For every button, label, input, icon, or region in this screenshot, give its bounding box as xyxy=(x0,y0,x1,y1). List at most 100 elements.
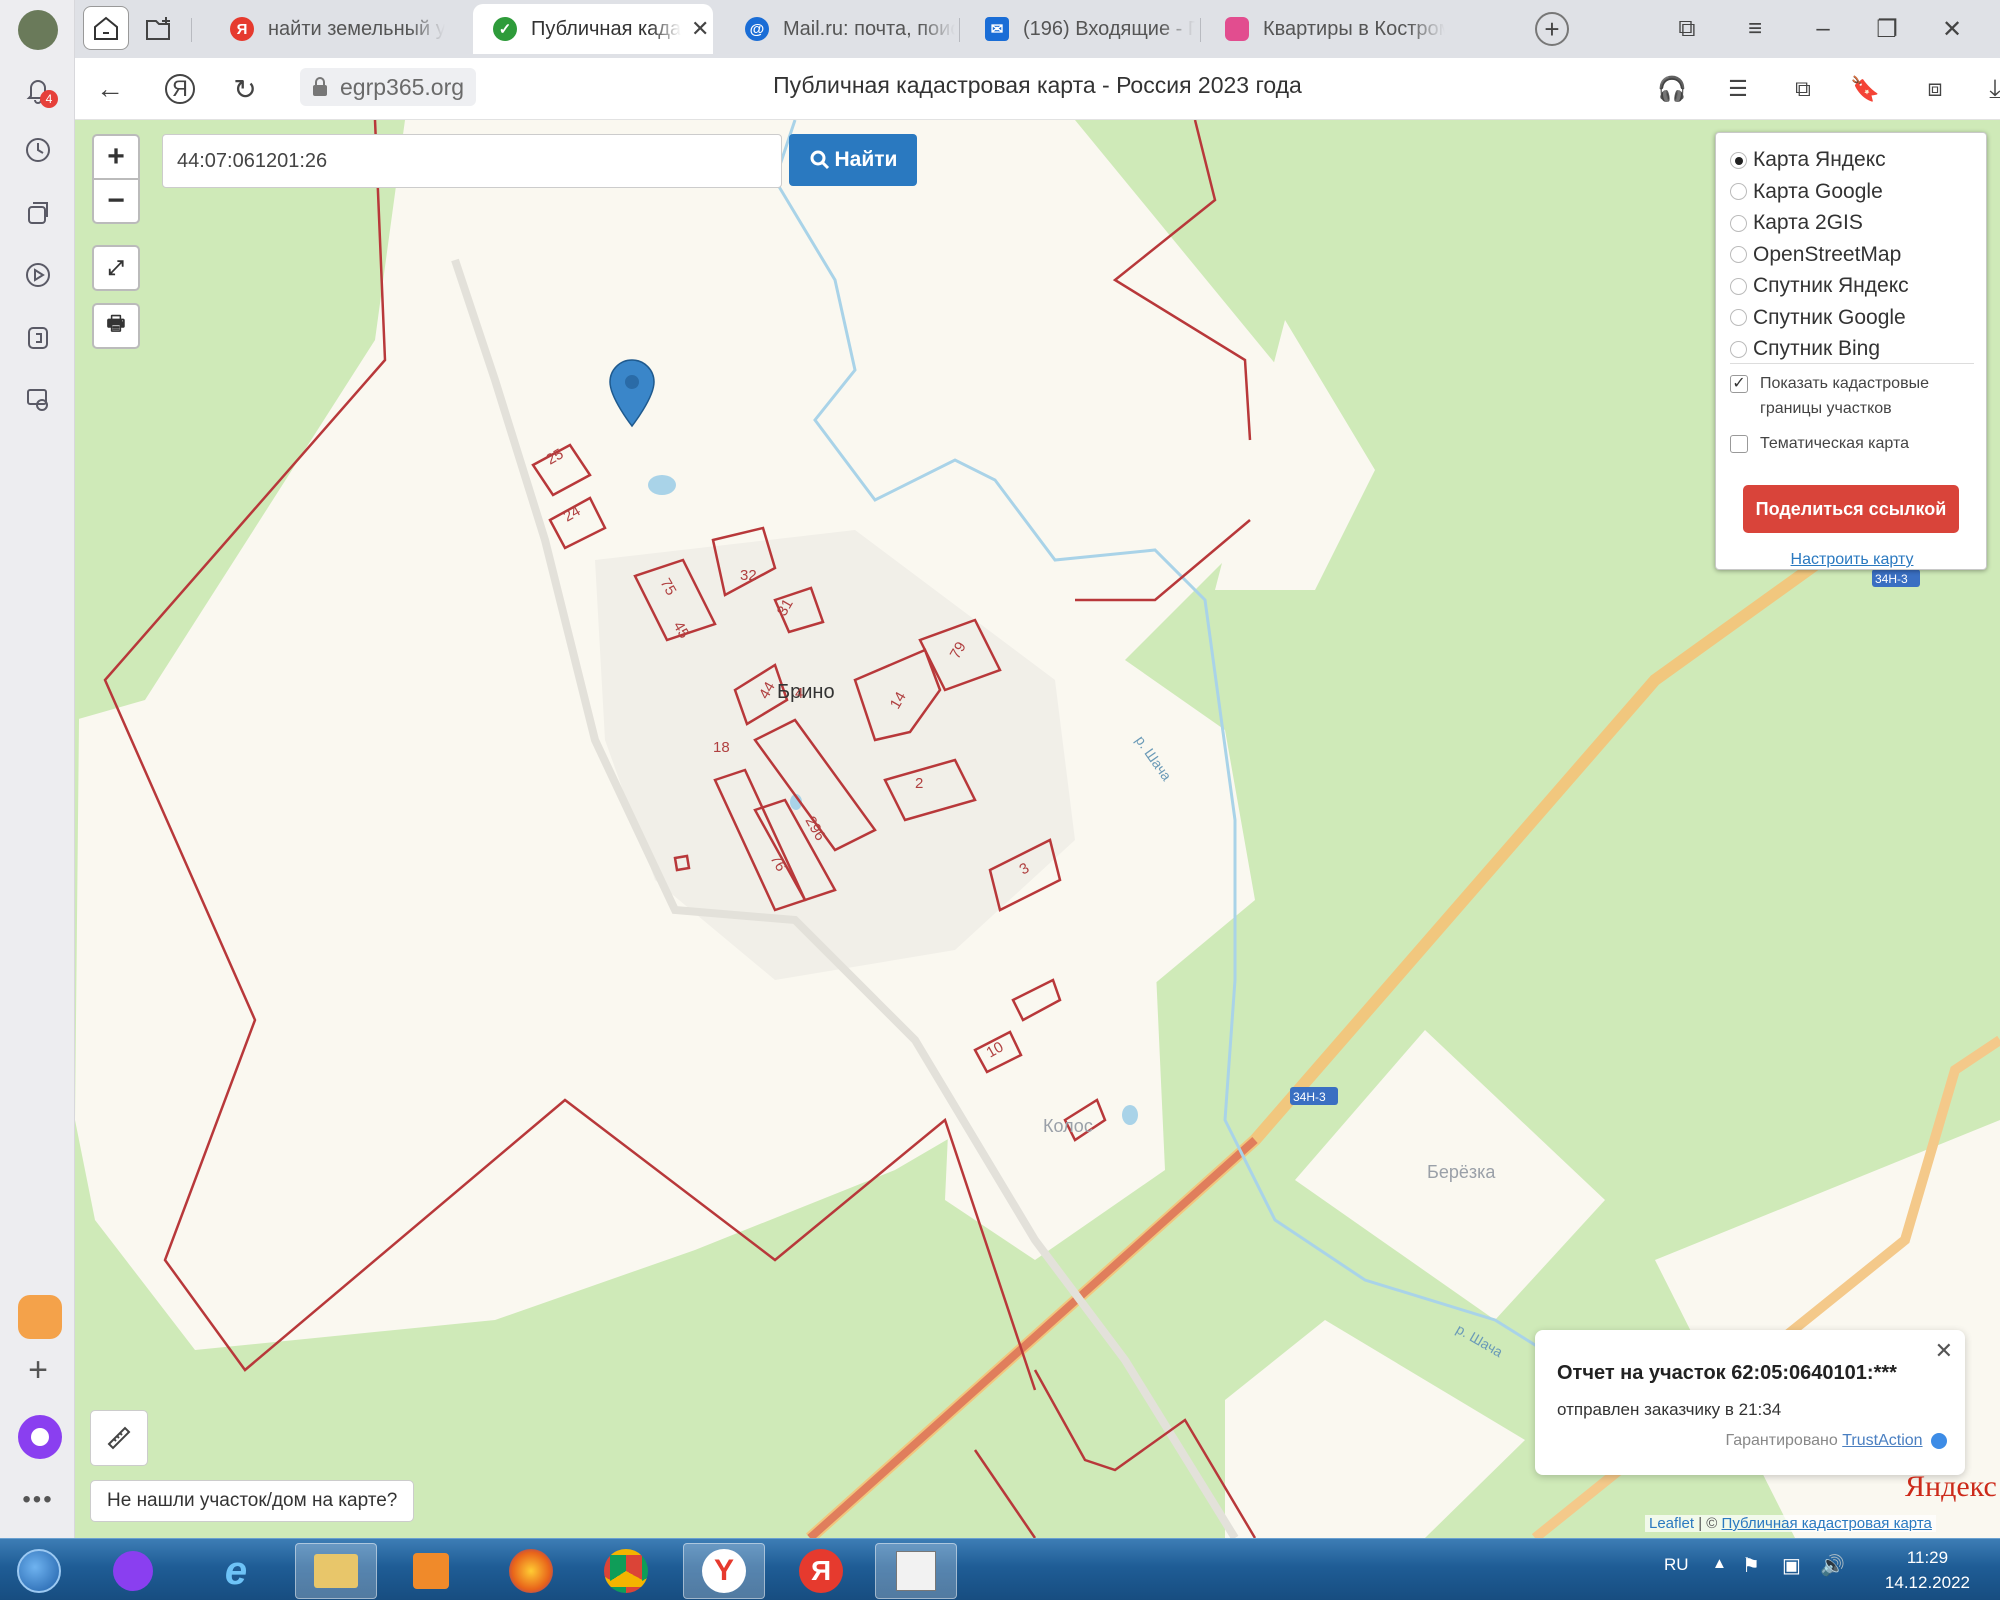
menu-icon[interactable]: ≡ xyxy=(1733,8,1777,50)
layer-label: Спутник Google xyxy=(1753,305,1906,329)
bookmark-icon[interactable]: 🔖 xyxy=(1845,69,1885,109)
thematic-map-checkbox[interactable]: Тематическая карта xyxy=(1730,431,1909,456)
village-label-berezka: Берёзка xyxy=(1427,1162,1496,1182)
report-subtitle: отправлен заказчику в 21:34 xyxy=(1557,1400,1782,1419)
layer-label: Карта Яндекс xyxy=(1753,148,1886,171)
headphones-icon[interactable]: 🎧 xyxy=(1652,69,1692,109)
layer-radio[interactable] xyxy=(1730,246,1747,263)
video-play-icon[interactable] xyxy=(18,255,58,295)
tab-inbox[interactable]: ✉ (196) Входящие - По xyxy=(965,4,1195,54)
more-icon[interactable]: ••• xyxy=(18,1480,58,1520)
checkbox-box[interactable]: ✓ xyxy=(1730,375,1748,393)
layer-option[interactable]: Спутник Яндекс xyxy=(1730,271,1909,301)
layer-radio[interactable] xyxy=(1730,309,1747,326)
layer-option[interactable]: OpenStreetMap xyxy=(1730,240,1901,270)
clock-date: 14.12.2022 xyxy=(1884,1573,1970,1592)
alice-icon[interactable] xyxy=(18,1415,62,1459)
map-canvas[interactable]: Брино Колос Берёзка р. Шача р. Шача 2000… xyxy=(75,120,2000,1538)
layer-radio[interactable] xyxy=(1730,151,1747,169)
close-notification-icon[interactable]: ✕ xyxy=(1935,1338,1953,1364)
home-tab-icon[interactable] xyxy=(83,6,129,50)
network-tray-icon[interactable]: ▣ xyxy=(1782,1553,1801,1578)
extensions-icon[interactable]: ⧈ xyxy=(1915,69,1955,109)
tab-title: Публичная кадаст xyxy=(531,17,681,40)
ruler-tool-icon[interactable] xyxy=(90,1410,148,1466)
cadastral-search-input[interactable]: 44:07:061201:26 xyxy=(162,134,782,188)
ie-taskbar-icon[interactable]: e xyxy=(195,1543,277,1599)
tab-cadastral[interactable]: ✓ Публичная кадаст ✕ xyxy=(473,4,713,54)
volume-tray-icon[interactable]: 🔊 xyxy=(1820,1553,1845,1578)
show-borders-checkbox[interactable]: ✓ Показать кадастровые границы участков xyxy=(1730,371,1970,421)
leaflet-link[interactable]: Leaflet xyxy=(1649,1515,1694,1532)
wallet-icon[interactable] xyxy=(18,318,58,358)
south-area xyxy=(1225,1320,1525,1538)
checkbox-box[interactable] xyxy=(1730,435,1748,453)
language-indicator[interactable]: RU xyxy=(1664,1555,1689,1575)
documents-taskbar-icon[interactable] xyxy=(875,1543,957,1599)
search-icon xyxy=(810,150,829,170)
history-icon[interactable] xyxy=(18,130,58,170)
layer-option[interactable]: Карта Google xyxy=(1730,177,1883,207)
firefox-taskbar-icon[interactable] xyxy=(490,1543,572,1599)
layer-option[interactable]: Карта 2GIS xyxy=(1730,208,1863,238)
attribution-separator: | xyxy=(1698,1515,1703,1532)
yandex-taskbar-icon[interactable]: Я xyxy=(780,1543,862,1599)
layers-panel: Карта Яндекс Карта Google Карта 2GIS OpenSt… xyxy=(1715,132,1987,570)
map-attribution: Leaflet | © Публичная кадастровая карта xyxy=(1645,1515,1936,1532)
mail-icon: ✉ xyxy=(985,17,1009,41)
print-icon[interactable]: 🖶 xyxy=(92,303,140,349)
parcel-number: 32 xyxy=(740,567,757,584)
layer-radio[interactable] xyxy=(1730,214,1747,232)
cadastral-map-link[interactable]: Публичная кадастровая карта xyxy=(1722,1515,1932,1532)
translate-icon[interactable]: ⧉ xyxy=(1783,69,1823,109)
tray-expand-icon[interactable]: ▲ xyxy=(1712,1555,1727,1572)
new-tab-button[interactable]: + xyxy=(1535,12,1569,46)
collections-icon[interactable] xyxy=(18,193,58,233)
layer-radio[interactable] xyxy=(1730,277,1747,295)
check-icon: ✓ xyxy=(493,17,517,41)
close-window-button[interactable]: ✕ xyxy=(1930,8,1974,50)
layer-option[interactable]: Спутник Bing xyxy=(1730,334,1880,364)
flag-tray-icon[interactable]: ⚑ xyxy=(1742,1553,1760,1578)
minimize-button[interactable]: – xyxy=(1801,8,1845,50)
parcel-number: 18 xyxy=(713,739,730,756)
notifications-bell-icon[interactable]: 4 xyxy=(18,70,58,110)
reader-mode-icon[interactable]: ☰ xyxy=(1718,69,1758,109)
fullscreen-icon[interactable]: ⤢ xyxy=(92,245,140,291)
layer-radio[interactable] xyxy=(1730,183,1747,200)
zen-app-icon[interactable] xyxy=(18,1295,62,1339)
layer-option[interactable]: Карта Яндекс xyxy=(1730,145,1886,175)
layer-label: OpenStreetMap xyxy=(1753,242,1902,266)
downloads-icon[interactable]: ⤓ xyxy=(1975,69,2000,109)
zoom-out-button[interactable]: − xyxy=(92,178,140,224)
layer-radio[interactable] xyxy=(1730,340,1747,358)
chrome-taskbar-icon[interactable] xyxy=(585,1543,667,1599)
find-button[interactable]: Найти xyxy=(789,134,917,186)
start-button[interactable] xyxy=(0,1543,78,1599)
add-app-icon[interactable]: + xyxy=(18,1350,58,1390)
screenshot-icon[interactable] xyxy=(18,380,58,420)
close-tab-icon[interactable]: ✕ xyxy=(691,16,709,42)
clock[interactable]: 11:29 14.12.2022 xyxy=(1885,1545,1970,1595)
tab-flats[interactable]: Квартиры в Костром xyxy=(1205,4,1445,54)
new-group-icon[interactable] xyxy=(137,8,181,50)
zoom-in-button[interactable]: + xyxy=(92,134,140,180)
media-player-taskbar-icon[interactable] xyxy=(390,1543,472,1599)
not-found-link[interactable]: Не нашли участок/дом на карте? xyxy=(90,1480,415,1522)
explorer-taskbar-icon[interactable] xyxy=(295,1543,377,1599)
layer-option[interactable]: Спутник Google xyxy=(1730,303,1906,333)
map-view[interactable]: Брино Колос Берёзка р. Шача р. Шача 2000… xyxy=(75,120,2000,1538)
tab-search[interactable]: Я найти земельный уч xyxy=(210,4,445,54)
alice-taskbar-icon[interactable] xyxy=(92,1543,174,1599)
report-title: Отчет на участок 62:05:0640101:*** xyxy=(1557,1362,1897,1384)
pond xyxy=(1122,1105,1138,1125)
share-link-button[interactable]: Поделиться ссылкой xyxy=(1743,485,1959,533)
tab-mailru[interactable]: @ Mail.ru: почта, поиск xyxy=(725,4,955,54)
yandex-browser-taskbar-icon[interactable]: Y xyxy=(683,1543,765,1599)
trustaction-link[interactable]: TrustAction xyxy=(1842,1432,1922,1449)
profile-avatar[interactable] xyxy=(18,10,58,50)
tabs-list-icon[interactable]: ⧉ xyxy=(1665,8,1709,50)
setup-map-link[interactable]: Настроить карту xyxy=(1716,551,1988,569)
restore-button[interactable]: ❐ xyxy=(1865,8,1909,50)
village-label-brino: Брино xyxy=(777,681,835,703)
